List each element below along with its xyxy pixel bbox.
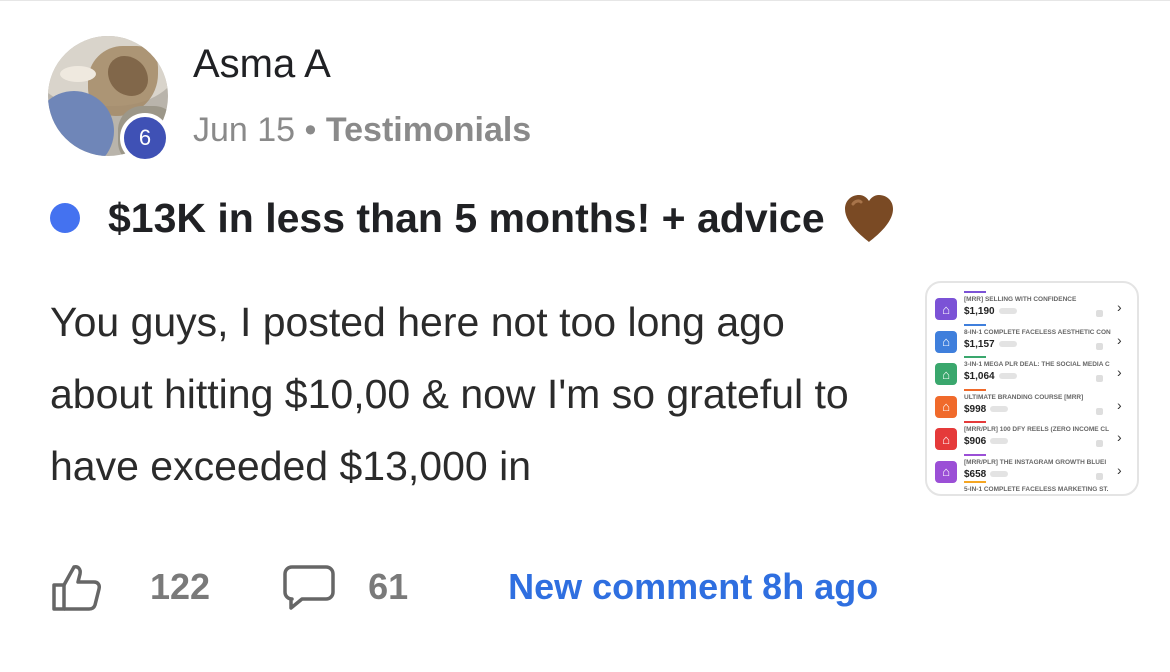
thumbnail-row-amount: $998: [964, 404, 1009, 415]
post-title[interactable]: $13K in less than 5 months! + advice: [108, 195, 825, 242]
shop-icon: ⌂: [935, 395, 957, 418]
thumbnail-row-percent-pill: [998, 308, 1017, 315]
author-name[interactable]: Asma A: [193, 42, 331, 87]
thumbnail-row-amount: $1,157: [964, 339, 1017, 350]
thumbnail-row-amount: $658: [964, 469, 1009, 480]
thumbnail-row-bar: [964, 291, 986, 293]
thumbnail-row-name: [MRR] SELLING WITH CONFIDENCE: [964, 296, 1077, 303]
comment-icon[interactable]: [282, 563, 336, 611]
thumbnail-row: ⌂ ULTIMATE BRANDING COURSE [MRR] $998 ›: [927, 388, 1137, 423]
post-date: Jun 15: [193, 111, 296, 149]
thumbnail-row-name: ULTIMATE BRANDING COURSE [MRR]: [964, 393, 1084, 401]
thumbnail-row: ⌂ 8-IN-1 COMPLETE FACELESS AESTHETIC CON $…: [927, 323, 1137, 358]
thumbnail-row-chip: [1096, 310, 1103, 317]
shop-icon: ⌂: [935, 460, 957, 483]
last-activity-link[interactable]: New comment 8h ago: [508, 566, 878, 608]
thumbnail-row-chip: [1096, 440, 1103, 447]
post-meta: Jun 15 • Testimonials: [193, 111, 531, 150]
thumbnail-row-chip: [1096, 472, 1103, 480]
unread-dot: [50, 203, 80, 233]
brown-heart-icon: [844, 195, 893, 242]
chevron-right-icon: ›: [1117, 299, 1122, 315]
top-divider: [0, 0, 1170, 1]
chevron-right-icon: ›: [1117, 396, 1122, 413]
chevron-right-icon: ›: [1117, 331, 1122, 348]
thumbnail-row: ⌂ 3-IN-1 MEGA PLR DEAL: THE SOCIAL MEDIA …: [927, 356, 1137, 390]
chevron-right-icon: ›: [1117, 364, 1122, 380]
thumbs-up-icon[interactable]: [50, 561, 102, 613]
like-count: 122: [150, 566, 211, 607]
shop-icon: ⌂: [935, 330, 957, 353]
shop-icon: ⌂: [935, 363, 957, 385]
thumbnail-row-percent-pill: [990, 405, 1009, 412]
thumbnail-row-percent-pill: [990, 438, 1009, 445]
thumbnail-row-percent-pill: [998, 373, 1017, 380]
shop-icon: ⌂: [935, 298, 957, 320]
thumbnail-row: ⌂ [MRR/PLR] THE INSTAGRAM GROWTH BLUEI $65…: [927, 453, 1137, 488]
post-title-row[interactable]: $13K in less than 5 months! + advice: [50, 190, 897, 246]
chevron-right-icon: ›: [1117, 461, 1122, 478]
thumbnail-row-name: [MRR/PLR] 100 DFY REELS (ZERO INCOME CL: [964, 426, 1110, 433]
thumbnail-row-percent-pill: [990, 470, 1009, 477]
thumbnail-row-bar: [964, 453, 986, 456]
thumbnail-row: ⌂ [MRR/PLR] 100 DFY REELS (ZERO INCOME CL…: [927, 421, 1137, 455]
shop-icon: ⌂: [935, 428, 957, 450]
post-category[interactable]: Testimonials: [326, 111, 531, 149]
comment-count: 61: [368, 566, 409, 607]
meta-separator: •: [304, 111, 317, 149]
chevron-right-icon: ›: [1117, 429, 1122, 445]
thumbnail-row-amount: $1,064: [964, 371, 1017, 382]
thumbnail-row-amount: $1,190: [964, 306, 1017, 317]
thumbnail-row-amount: $906: [964, 436, 1009, 447]
post-body[interactable]: You guys, I posted here not too long ago…: [50, 286, 890, 502]
thumbnail-row-chip: [1096, 342, 1103, 350]
thumbnail-row-bar: [964, 323, 986, 326]
thumbnail-row-bar: [964, 356, 986, 358]
level-badge: 6: [120, 113, 170, 163]
thumbnail-row-name: [MRR/PLR] THE INSTAGRAM GROWTH BLUEI: [964, 458, 1107, 466]
thumbnail-row: ⌂ [MRR] SELLING WITH CONFIDENCE $1,190 ›: [927, 291, 1137, 325]
thumbnail-row-name: 8-IN-1 COMPLETE FACELESS AESTHETIC CON: [964, 328, 1111, 336]
post-thumbnail[interactable]: 5-IN-1 COMPLETE FACELESS MARKETING ST. ⌂…: [925, 281, 1139, 496]
thumbnail-row-bar: [964, 421, 986, 423]
post-actions: 122 61 New comment 8h ago: [50, 560, 878, 614]
thumbnail-row-name: 3-IN-1 MEGA PLR DEAL: THE SOCIAL MEDIA C: [964, 361, 1110, 368]
thumbnail-row-chip: [1096, 407, 1103, 415]
thumbnail-row-chip: [1096, 375, 1103, 382]
thumbnail-row-percent-pill: [998, 340, 1017, 347]
thumbnail-row-bar: [964, 388, 986, 391]
